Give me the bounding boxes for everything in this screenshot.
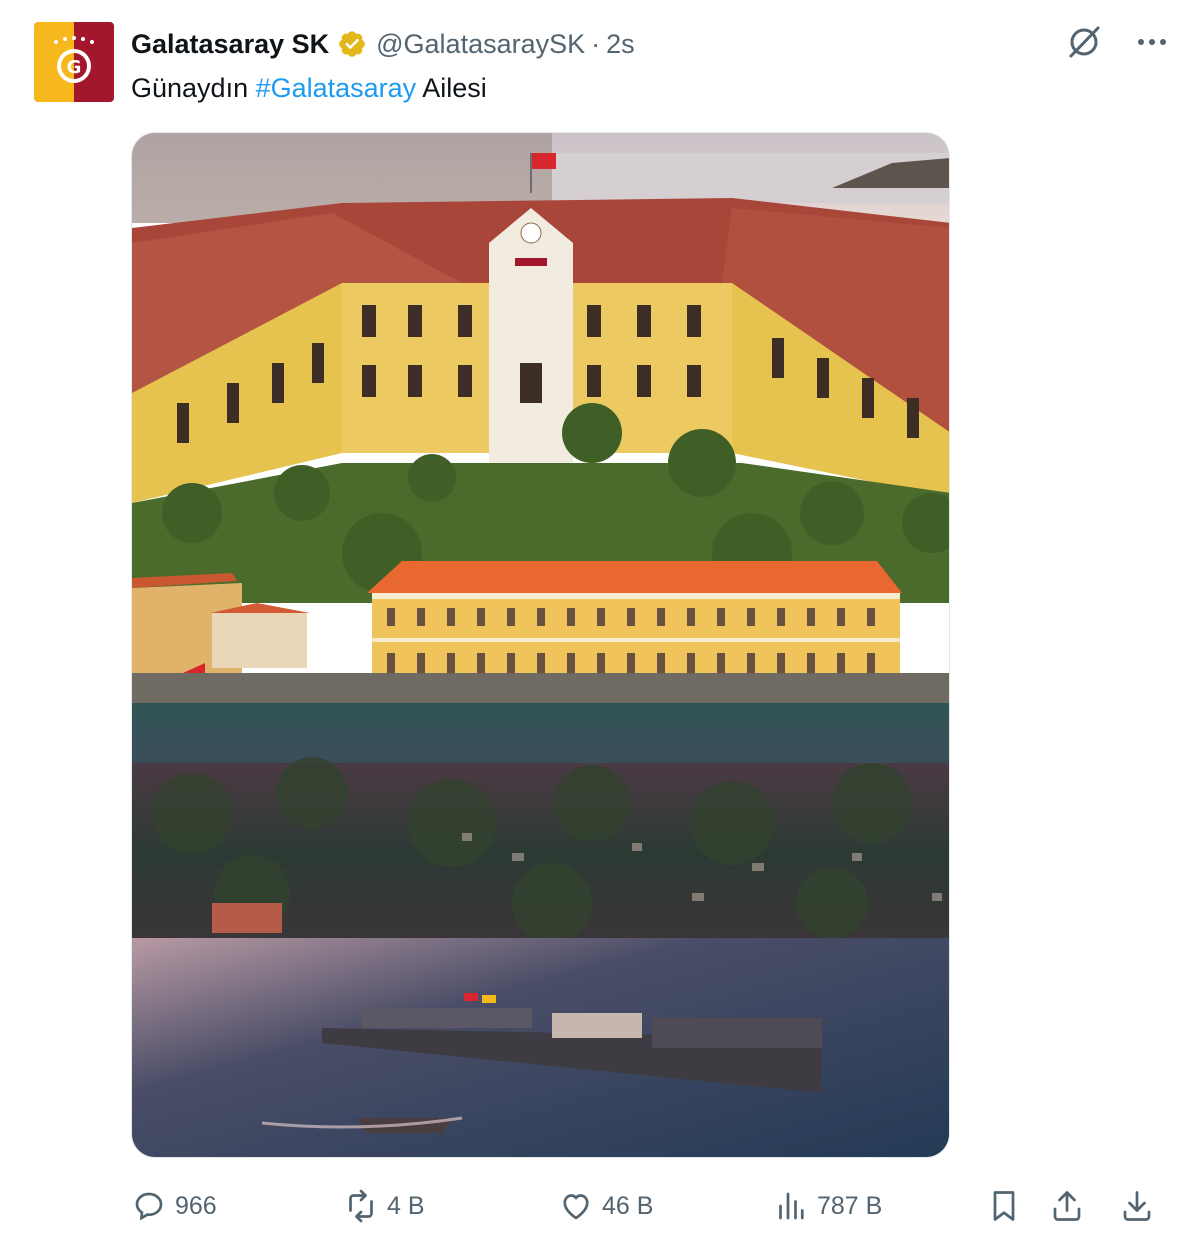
post-header: Galatasaray SK @GalatasaraySK · 2s <box>131 24 635 64</box>
svg-text:G: G <box>67 57 82 78</box>
post-text-before: Günaydın <box>131 73 256 103</box>
download-icon <box>1123 1191 1151 1221</box>
share-button[interactable] <box>1049 1183 1085 1229</box>
repost-count: 4 B <box>387 1191 425 1220</box>
separator-dot: · <box>591 28 601 59</box>
grok-icon[interactable] <box>1064 22 1104 62</box>
share-icon <box>1053 1191 1081 1221</box>
galatasaray-logo: G <box>34 22 114 102</box>
views-button[interactable]: 787 B <box>773 1183 882 1229</box>
post-top-actions <box>1064 22 1172 62</box>
tweet-card[interactable]: G Galatasaray SK @GalatasaraySK · 2s Gün… <box>0 0 1200 1244</box>
reply-icon <box>135 1192 163 1221</box>
views-icon <box>779 1192 804 1220</box>
post-time[interactable]: 2s <box>606 29 635 60</box>
download-button[interactable] <box>1119 1183 1155 1229</box>
views-count: 787 B <box>817 1191 883 1220</box>
heart-icon <box>563 1194 589 1220</box>
post-text: Günaydın #Galatasaray Ailesi <box>131 68 487 108</box>
post-actions: 966 4 B 46 B 787 B <box>131 1183 1171 1229</box>
bookmark-icon <box>993 1191 1015 1221</box>
hashtag-link[interactable]: #Galatasaray <box>256 73 417 103</box>
post-text-after: Ailesi <box>416 73 487 103</box>
like-button[interactable]: 46 B <box>558 1183 653 1229</box>
istanbul-photo <box>132 133 949 1157</box>
avatar[interactable]: G <box>34 22 114 102</box>
repost-button[interactable]: 4 B <box>343 1183 425 1229</box>
repost-icon <box>349 1189 373 1223</box>
like-count: 46 B <box>602 1191 654 1220</box>
display-name[interactable]: Galatasaray SK <box>131 29 329 60</box>
reply-button[interactable]: 966 <box>131 1183 217 1229</box>
more-icon[interactable] <box>1132 22 1172 62</box>
post-image[interactable] <box>131 132 950 1158</box>
verified-badge-icon[interactable] <box>337 29 367 59</box>
reply-count: 966 <box>175 1191 217 1220</box>
bookmark-button[interactable] <box>986 1183 1022 1229</box>
handle[interactable]: @GalatasaraySK <box>376 29 585 60</box>
